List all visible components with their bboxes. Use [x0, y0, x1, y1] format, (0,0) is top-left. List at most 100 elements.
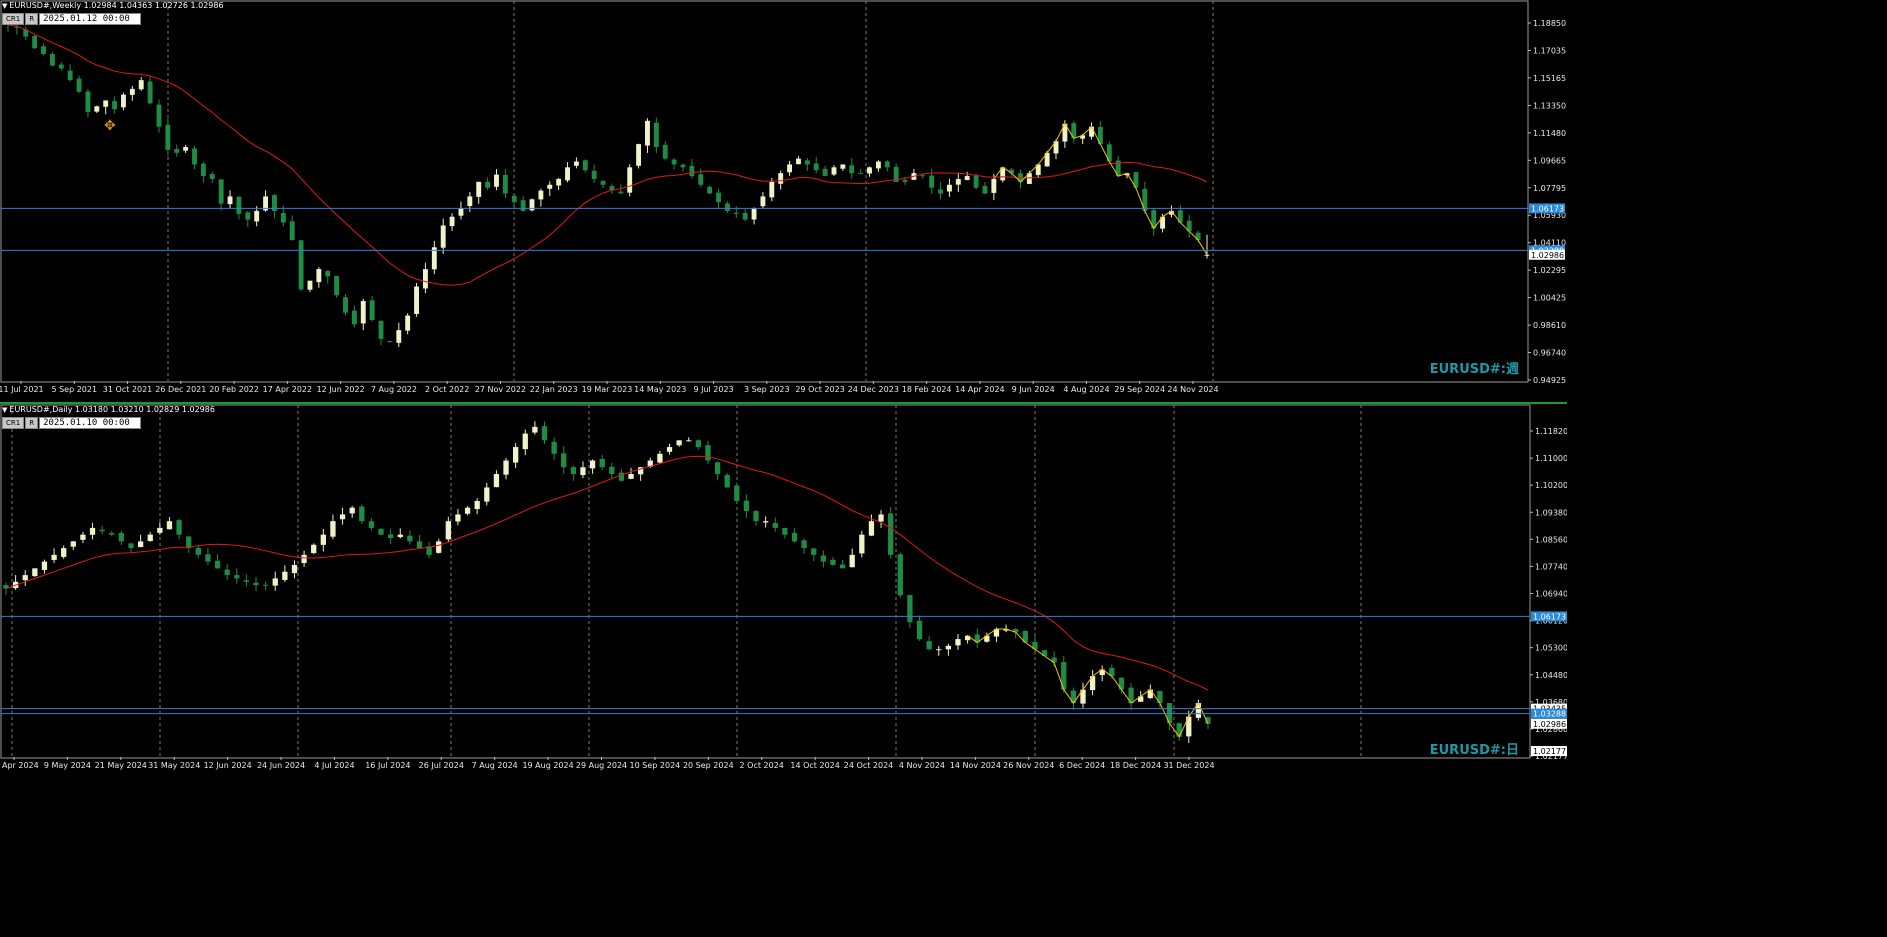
- date-label: 24 Dec 2023: [848, 385, 899, 394]
- candle-body: [707, 186, 713, 194]
- candle-body: [474, 500, 480, 510]
- candle-body: [520, 200, 526, 211]
- price-label: 1.17035: [1533, 46, 1566, 55]
- candle-body: [58, 64, 64, 69]
- weekly-date-field[interactable]: 2025.01.12 00:00: [39, 13, 142, 25]
- price-label: 0.94925: [1533, 376, 1566, 385]
- date-label: 29 Sep 2024: [1114, 385, 1165, 394]
- candle-body: [955, 639, 961, 646]
- candle-body: [227, 196, 233, 205]
- candle-body: [330, 521, 336, 537]
- candle-body: [645, 120, 650, 146]
- candle-body: [359, 506, 365, 522]
- candle-body: [511, 195, 517, 203]
- collapse-triangle-icon[interactable]: ▼: [2, 406, 7, 414]
- candle-body: [589, 460, 596, 469]
- r-button[interactable]: R: [25, 417, 39, 429]
- candle-body: [503, 460, 509, 475]
- candle-body: [859, 534, 865, 554]
- candle-body: [1204, 254, 1210, 256]
- weekly-chart-pane[interactable]: 1.18850 1.17035 1.15165 1.13350 1.11480 1.096…: [0, 0, 1567, 402]
- candle-body: [316, 269, 322, 283]
- daily-controls: CR1 R 2025.01.10 00:00: [2, 417, 142, 429]
- daily-date-field[interactable]: 2025.01.10 00:00: [39, 417, 142, 429]
- zigzag-indicator: [993, 122, 1208, 256]
- candle-body: [878, 514, 884, 522]
- candle-body: [289, 221, 295, 241]
- candle-body: [157, 527, 163, 533]
- collapse-triangle-icon[interactable]: ▼: [2, 2, 7, 10]
- candle-body: [875, 161, 881, 169]
- candle-body: [724, 474, 730, 488]
- date-label: 31 Oct 2021: [103, 385, 152, 394]
- candle-body: [118, 532, 125, 542]
- candle-body: [387, 534, 394, 539]
- date-label: 24 Oct 2024: [844, 761, 893, 770]
- date-label: 24 Jun 2024: [257, 761, 305, 770]
- moving-average-line: [5, 455, 1209, 691]
- candle-body: [733, 212, 739, 214]
- candle-body: [689, 165, 695, 177]
- candle-body: [591, 170, 597, 179]
- candle-body: [907, 595, 913, 623]
- daily-chart-pane[interactable]: 1.11820 1.11000 1.10200 1.09380 1.08560 1.077…: [0, 404, 1567, 779]
- candle-body: [307, 280, 313, 290]
- drag-hand-icon[interactable]: ✥: [104, 118, 116, 134]
- r-button[interactable]: R: [25, 13, 39, 25]
- candle-body: [538, 190, 544, 200]
- date-label: 14 Nov 2024: [950, 761, 1001, 770]
- date-label: 9 Jun 2024: [1012, 385, 1055, 394]
- price-label: 0.98610: [1533, 321, 1566, 330]
- candle-body: [858, 172, 864, 174]
- date-label: 29 Oct 2023: [795, 385, 844, 394]
- date-label: 18 Feb 2024: [902, 385, 952, 394]
- candle-body: [254, 210, 260, 222]
- price-label: 1.09380: [1535, 508, 1567, 517]
- candle-body: [243, 580, 250, 582]
- candle-body: [368, 521, 375, 528]
- candle-body: [676, 440, 682, 446]
- candle-body: [422, 269, 428, 289]
- cr1-button[interactable]: CR1: [2, 417, 25, 429]
- candle-body: [513, 447, 519, 463]
- candle-body: [902, 179, 908, 182]
- candle-body: [387, 340, 393, 342]
- candle-body: [822, 168, 828, 177]
- candle-body: [565, 167, 570, 181]
- price-tag-label: 1.03288: [1533, 710, 1566, 719]
- candle-body: [200, 163, 206, 177]
- candle-body: [867, 167, 872, 174]
- candle-body: [724, 203, 730, 211]
- candle-body: [653, 122, 659, 147]
- candle-body: [657, 453, 663, 463]
- candle-body: [532, 426, 538, 433]
- candle-body: [787, 164, 793, 173]
- candle-body: [186, 536, 192, 549]
- date-label: 6 Dec 2024: [1059, 761, 1105, 770]
- candle-body: [618, 191, 624, 194]
- candle-body: [245, 212, 251, 220]
- cr1-button[interactable]: CR1: [2, 13, 25, 25]
- price-label: 1.07740: [1535, 562, 1567, 571]
- candle-body: [820, 555, 827, 562]
- candle-body: [192, 148, 197, 165]
- daily-chart-canvas[interactable]: 1.11820 1.11000 1.10200 1.09380 1.08560 1.077…: [0, 404, 1567, 779]
- candle-body: [662, 144, 668, 159]
- date-label: 26 Dec 2021: [155, 385, 206, 394]
- candle-body: [582, 160, 588, 171]
- candle-body: [926, 641, 932, 650]
- candle-body: [476, 181, 482, 197]
- candle-body: [349, 507, 355, 514]
- candle-body: [627, 167, 633, 193]
- candle-body: [778, 173, 784, 184]
- candle-body: [195, 547, 201, 555]
- daily-header: ▼ EURUSD#,Daily 1.03180 1.03210 1.02829 1…: [2, 405, 215, 414]
- candle-body: [351, 310, 357, 325]
- weekly-chart-canvas[interactable]: 1.18850 1.17035 1.15165 1.13350 1.11480 1.096…: [0, 0, 1567, 402]
- weekly-controls: CR1 R 2025.01.12 00:00: [2, 13, 142, 25]
- date-label: 31 May 2024: [148, 761, 200, 770]
- candle-body: [61, 548, 67, 557]
- candle-body: [253, 582, 259, 586]
- candle-body: [884, 161, 890, 168]
- candle-body: [522, 433, 528, 450]
